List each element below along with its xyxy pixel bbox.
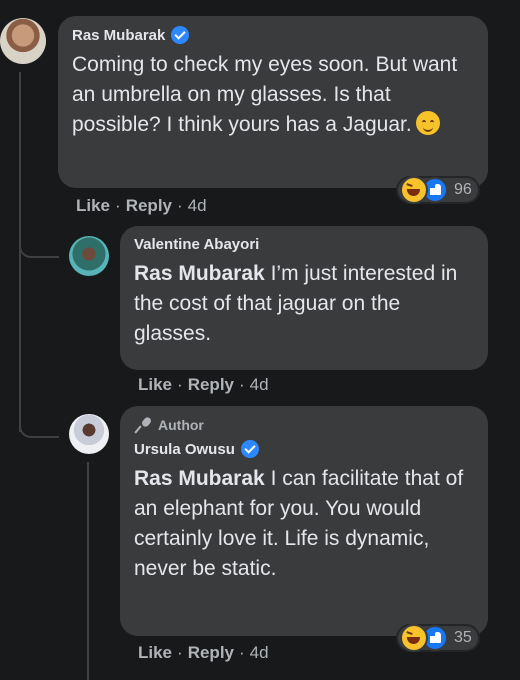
thread-connector [19, 230, 59, 258]
reply-button[interactable]: Reply [126, 196, 172, 216]
separator: · [177, 643, 183, 662]
reactions-summary[interactable]: 35 [396, 624, 480, 652]
separator: · [177, 196, 183, 215]
haha-icon [400, 624, 428, 652]
comment-actions: Like · Reply · 4d [138, 375, 269, 395]
comment-text: Ras Mubarak I can facilitate that of an … [134, 467, 464, 580]
thread-line [87, 462, 89, 680]
reply-button[interactable]: Reply [188, 643, 234, 663]
verified-badge-icon [240, 440, 259, 458]
reply-bubble: Valentine Abayori Ras Mubarak I’m just i… [120, 226, 488, 370]
like-button[interactable]: Like [138, 375, 172, 395]
verified-badge-icon [171, 26, 190, 44]
separator: · [239, 375, 245, 394]
like-button[interactable]: Like [138, 643, 172, 663]
comment-bubble: Ras Mubarak Coming to check my eyes soon… [58, 16, 488, 188]
separator: · [239, 643, 245, 662]
comment-author[interactable]: Valentine Abayori [134, 236, 259, 253]
mention-link[interactable]: Ras Mubarak [134, 262, 265, 285]
reply-bubble: Author Ursula Owusu Ras Mubarak I can fa… [120, 406, 488, 636]
reaction-count: 35 [454, 629, 472, 646]
microphone-icon [134, 416, 152, 434]
comment-text: Ras Mubarak I’m just interested in the c… [134, 262, 458, 345]
comment-author[interactable]: Ras Mubarak [72, 27, 165, 44]
separator: · [177, 375, 183, 394]
smiling-face-icon [415, 111, 440, 135]
comment-author[interactable]: Ursula Owusu [134, 441, 235, 458]
thread-connector [19, 410, 59, 438]
reply-button[interactable]: Reply [188, 375, 234, 395]
separator: · [115, 196, 121, 215]
mention-link[interactable]: Ras Mubarak [134, 467, 265, 490]
timestamp[interactable]: 4d [250, 375, 269, 395]
reaction-count: 96 [454, 181, 472, 198]
author-badge: Author [134, 416, 474, 434]
haha-icon [400, 176, 428, 204]
comment-text: Coming to check my eyes soon. But want a… [72, 53, 458, 136]
timestamp[interactable]: 4d [250, 643, 269, 663]
comment-actions: Like · Reply · 4d [138, 643, 269, 663]
avatar[interactable] [69, 236, 109, 276]
avatar[interactable] [0, 18, 46, 64]
timestamp[interactable]: 4d [188, 196, 207, 216]
reactions-summary[interactable]: 96 [396, 176, 480, 204]
like-button[interactable]: Like [76, 196, 110, 216]
comment-actions: Like · Reply · 4d [76, 196, 207, 216]
avatar[interactable] [69, 414, 109, 454]
